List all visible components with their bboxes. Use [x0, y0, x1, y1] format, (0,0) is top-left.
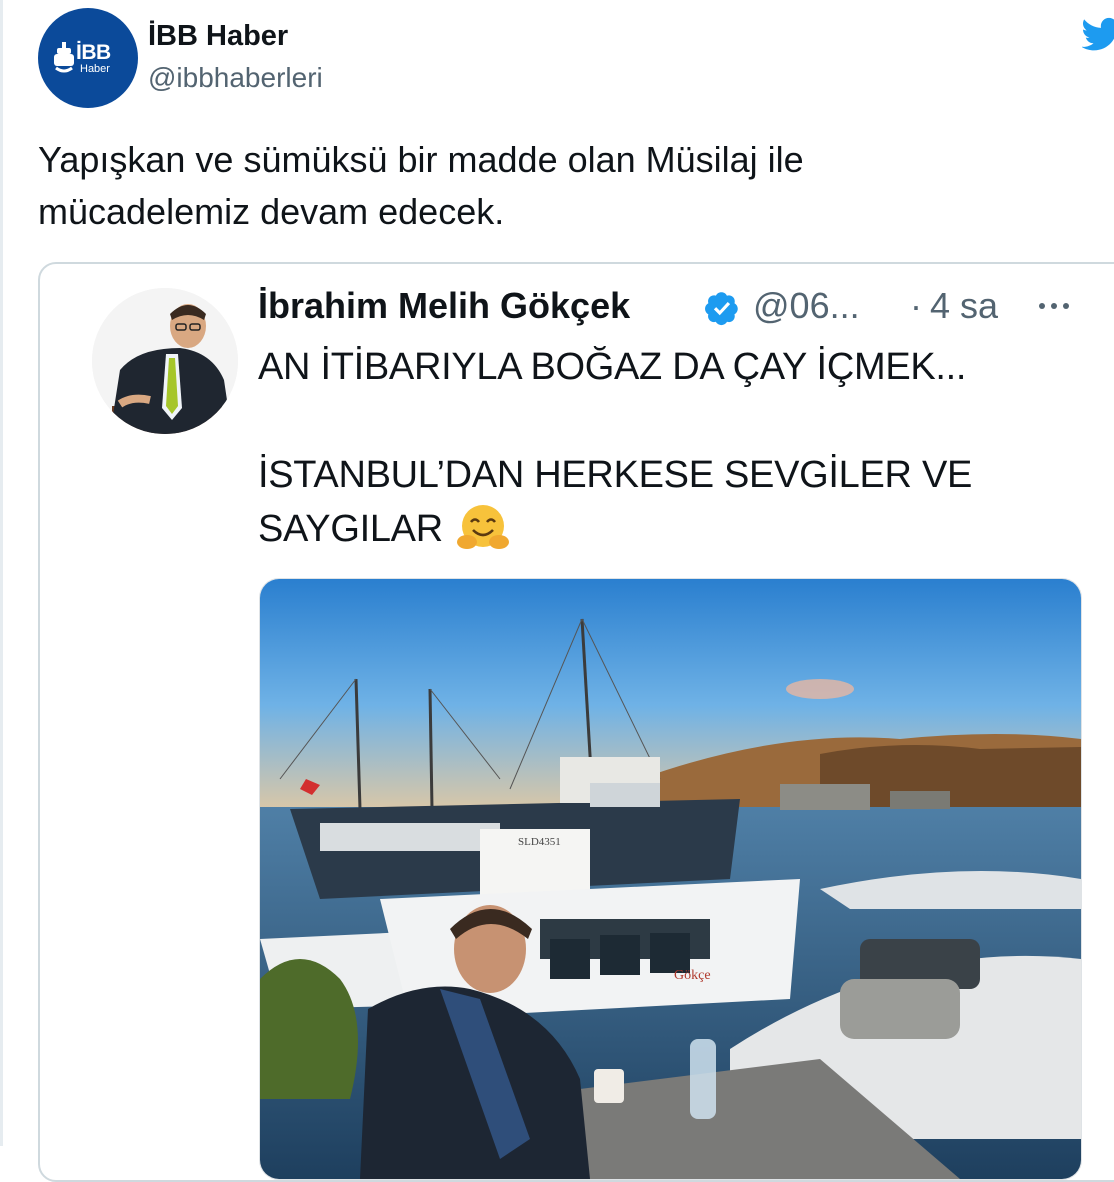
more-options-icon[interactable]: [1036, 296, 1076, 316]
author-handle[interactable]: @ibbhaberleri: [148, 60, 323, 96]
quoted-author-handle[interactable]: @06...: [753, 284, 860, 328]
quoted-tweet-body: AN İTİBARIYLA BOĞAZ DA ÇAY İÇMEK... İSTA…: [258, 340, 1078, 556]
quoted-text-line: İSTANBUL’DAN HERKESE SEVGİLER VE: [258, 454, 973, 496]
verified-badge-icon: [705, 292, 738, 326]
quoted-text-line: AN İTİBARIYLA BOĞAZ DA ÇAY İÇMEK...: [258, 346, 967, 388]
avatar-logo-text: İBB: [76, 41, 111, 64]
tweet-text-line: Yapışkan ve sümüksü bir madde olan Müsil…: [38, 139, 804, 180]
quoted-author-portrait: [92, 288, 238, 434]
hugging-face-emoji: [457, 505, 509, 549]
page-edge: [0, 0, 3, 1146]
author-display-name[interactable]: İBB Haber: [148, 18, 288, 54]
meta-separator: ·: [910, 285, 922, 326]
tweet-photo[interactable]: Gökçe SLD4351: [259, 578, 1082, 1180]
quoted-author-name[interactable]: İbrahim Melih Gökçek: [258, 284, 630, 328]
boat-registration-label: SLD4351: [518, 836, 561, 848]
tweet-body: Yapışkan ve sümüksü bir madde olan Müsil…: [38, 134, 1078, 238]
tweet-text-line: mücadelemiz devam edecek.: [38, 191, 505, 232]
boat-name-label: Gökçe: [674, 968, 711, 983]
quoted-timestamp[interactable]: 4 sa: [930, 284, 998, 328]
quoted-text-line: SAYGILAR: [258, 508, 443, 550]
quoted-author-avatar[interactable]: [92, 288, 238, 434]
avatar-logo-subtext: Haber: [80, 63, 110, 75]
bosphorus-photo: Gökçe SLD4351: [260, 579, 1081, 1179]
author-avatar[interactable]: İBB Haber: [38, 8, 138, 108]
ibb-crest-icon: [54, 42, 74, 73]
twitter-bird-icon[interactable]: [1082, 14, 1114, 54]
